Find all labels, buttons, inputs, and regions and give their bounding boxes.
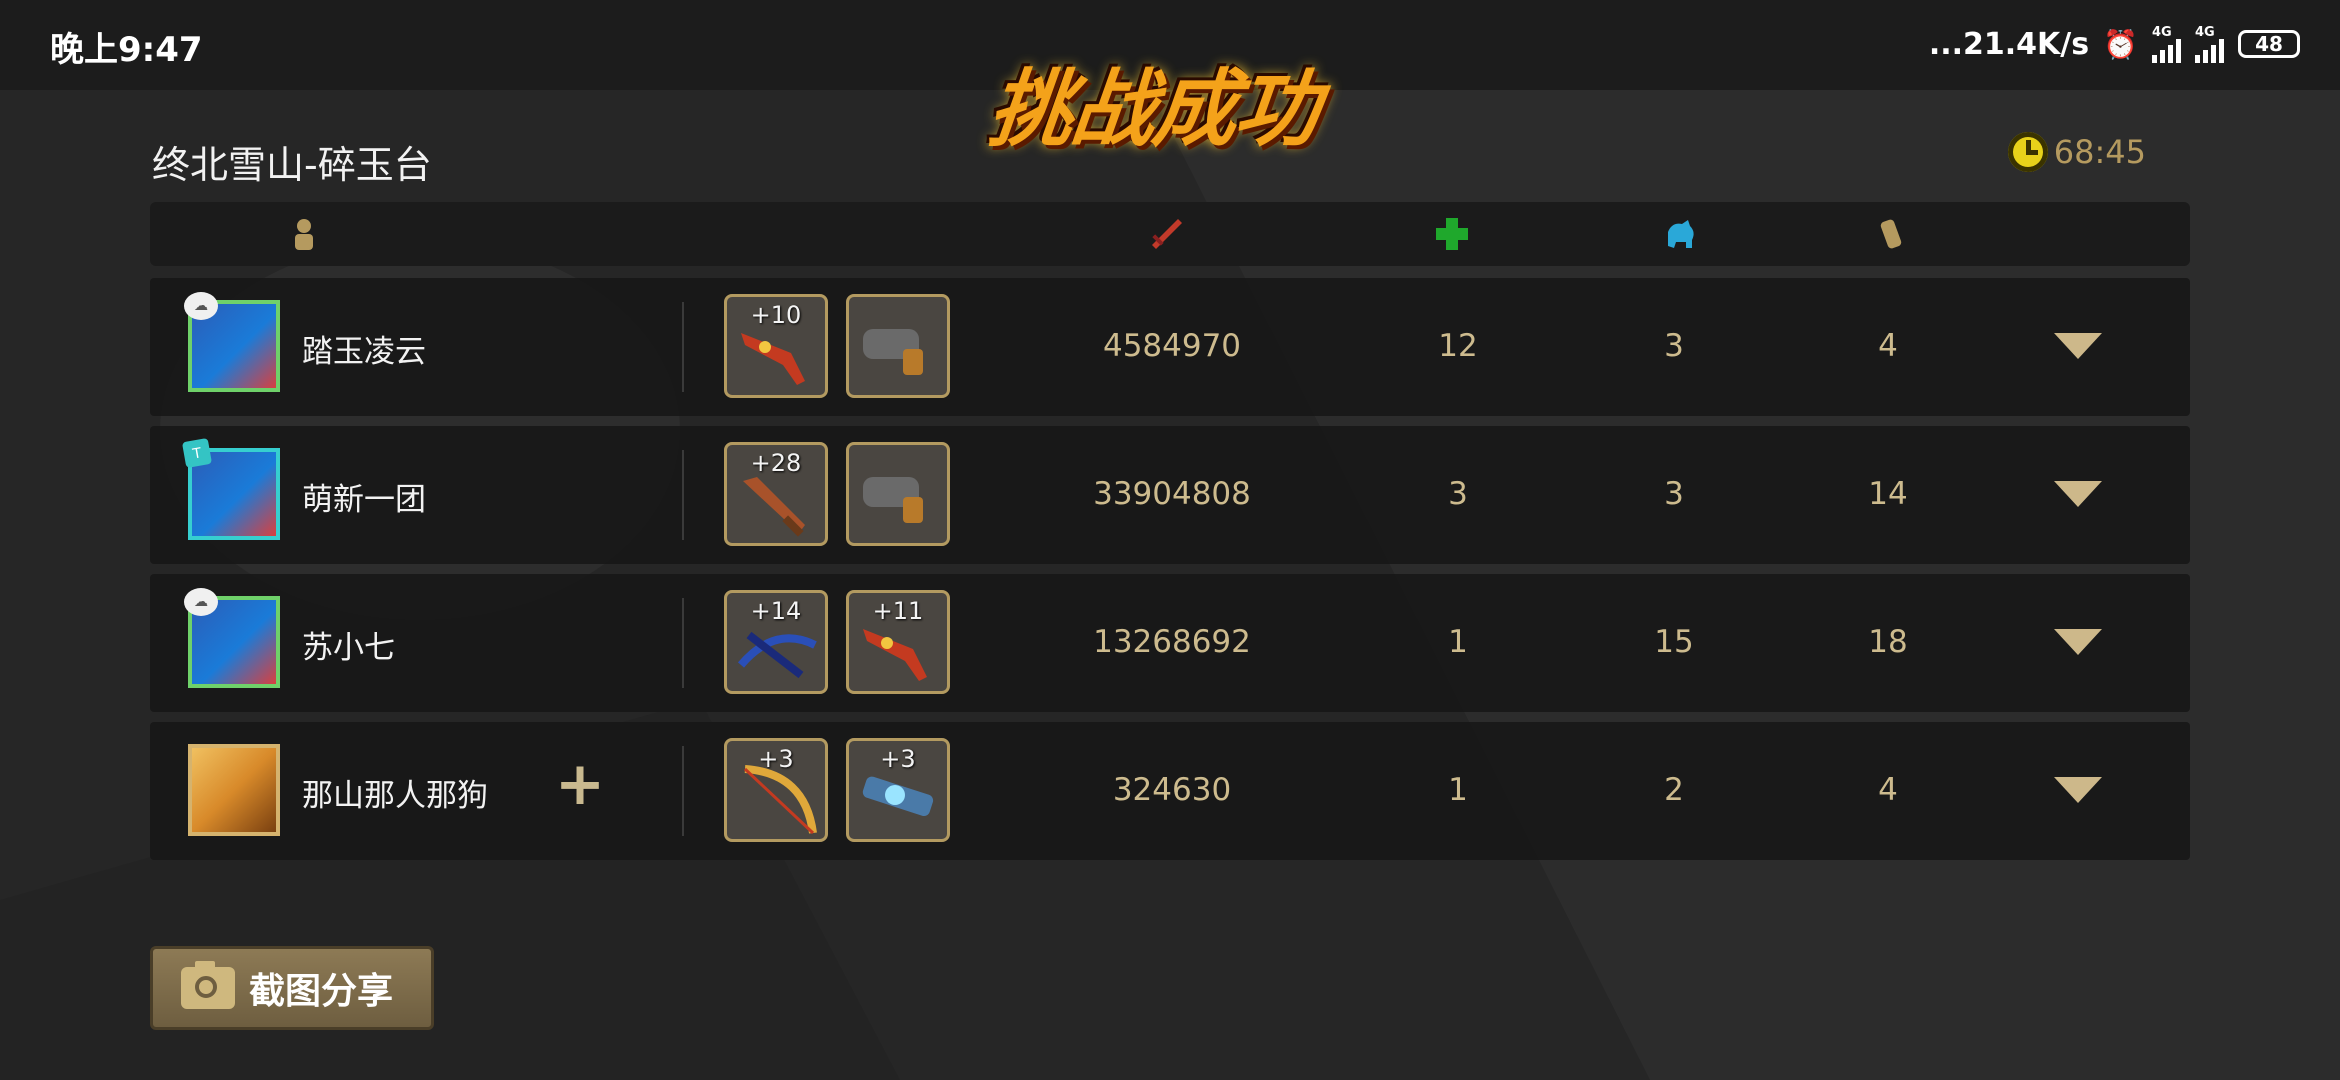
revive-icon <box>1668 220 1694 248</box>
player-name: 踏玉凌云 <box>302 334 426 370</box>
player-name: 苏小七 <box>302 630 395 666</box>
weapon-slot[interactable]: +14 <box>724 590 828 694</box>
player-avatar[interactable]: T <box>181 437 280 540</box>
timer-value: 68:45 <box>2053 133 2146 171</box>
table-header <box>150 202 2190 266</box>
heal-value: 3 <box>1448 476 1468 512</box>
scroll-value: 18 <box>1868 624 1908 660</box>
weapon-slot[interactable]: +10 <box>724 294 828 398</box>
heal-value: 1 <box>1448 772 1468 808</box>
weapon-slot[interactable] <box>846 442 950 546</box>
expand-arrow-icon[interactable] <box>2054 777 2102 803</box>
add-friend-button[interactable]: + <box>552 754 608 814</box>
player-avatar[interactable]: ☁ <box>184 292 280 392</box>
weapon-slot[interactable]: +3 <box>846 738 950 842</box>
alarm-icon: ⏰ <box>2103 27 2138 61</box>
heal-icon <box>1436 218 1468 250</box>
signal-icon: 4G <box>2152 26 2181 63</box>
player-row: ☁ 踏玉凌云 +10 4584970 12 3 4 <box>150 278 2190 416</box>
crossbow-icon <box>737 631 817 679</box>
expand-arrow-icon[interactable] <box>2054 333 2102 359</box>
damage-value: 13268692 <box>1093 624 1251 660</box>
heal-value: 12 <box>1438 328 1478 364</box>
player-row: 那山那人那狗 + +3 +3 324630 1 2 4 <box>150 722 2190 860</box>
damage-value: 324630 <box>1112 772 1232 808</box>
expand-arrow-icon[interactable] <box>2054 481 2102 507</box>
cannon-icon <box>863 329 923 375</box>
signal-icon: 4G <box>2195 26 2224 63</box>
revive-value: 2 <box>1664 772 1684 808</box>
player-avatar[interactable]: ☁ <box>184 588 280 688</box>
clock-icon <box>2007 132 2048 172</box>
result-title: 挑战成功 <box>984 60 1323 158</box>
gun-icon <box>863 629 927 681</box>
elapsed-timer: 68:45 <box>2007 132 2146 172</box>
divider <box>682 598 684 688</box>
revive-value: 15 <box>1654 624 1694 660</box>
weapon-slot[interactable] <box>846 294 950 398</box>
heal-value: 1 <box>1448 624 1468 660</box>
damage-icon <box>1152 219 1182 249</box>
status-time: 晚上9:47 <box>50 30 203 70</box>
battery-icon: 48 <box>2238 30 2300 58</box>
divider <box>682 302 684 392</box>
player-avatar[interactable] <box>188 744 280 836</box>
gun-icon <box>741 333 805 385</box>
team-badge-icon: T <box>181 437 213 469</box>
share-button-label: 截图分享 <box>249 971 394 1012</box>
damage-value: 33904808 <box>1093 476 1251 512</box>
stage-name: 终北雪山-碎玉台 <box>152 143 432 187</box>
cannon-icon <box>863 477 923 523</box>
camera-icon <box>181 961 235 1009</box>
bow-icon <box>743 765 817 835</box>
player-row: T 萌新一团 +28 33904808 3 3 14 <box>150 426 2190 564</box>
person-icon <box>295 219 313 250</box>
sword-icon <box>743 477 805 537</box>
divider <box>682 450 684 540</box>
player-name: 那山那人那狗 <box>302 778 488 814</box>
revive-value: 3 <box>1664 476 1684 512</box>
expand-arrow-icon[interactable] <box>2054 629 2102 655</box>
status-indicators: ...21.4K/s ⏰ 4G 4G 48 <box>1929 22 2300 66</box>
divider <box>682 746 684 836</box>
player-name: 萌新一团 <box>302 482 426 518</box>
network-speed: ...21.4K/s <box>1928 26 2090 62</box>
scroll-value: 4 <box>1878 772 1898 808</box>
cloud-badge-icon: ☁ <box>184 292 218 320</box>
battery-level: 48 <box>2255 32 2283 56</box>
scroll-value: 4 <box>1878 328 1898 364</box>
weapon-slot[interactable]: +11 <box>846 590 950 694</box>
player-row: ☁ 苏小七 +14 +11 13268692 1 15 18 <box>150 574 2190 712</box>
weapon-slot[interactable]: +28 <box>724 442 828 546</box>
scroll-icon <box>1880 219 1902 249</box>
screenshot-share-button[interactable]: 截图分享 <box>150 946 434 1030</box>
weapon-slot[interactable]: +3 <box>724 738 828 842</box>
revive-value: 3 <box>1664 328 1684 364</box>
laser-gun-icon <box>862 776 934 817</box>
scroll-value: 14 <box>1868 476 1908 512</box>
cloud-badge-icon: ☁ <box>184 588 218 616</box>
damage-value: 4584970 <box>1102 328 1242 364</box>
